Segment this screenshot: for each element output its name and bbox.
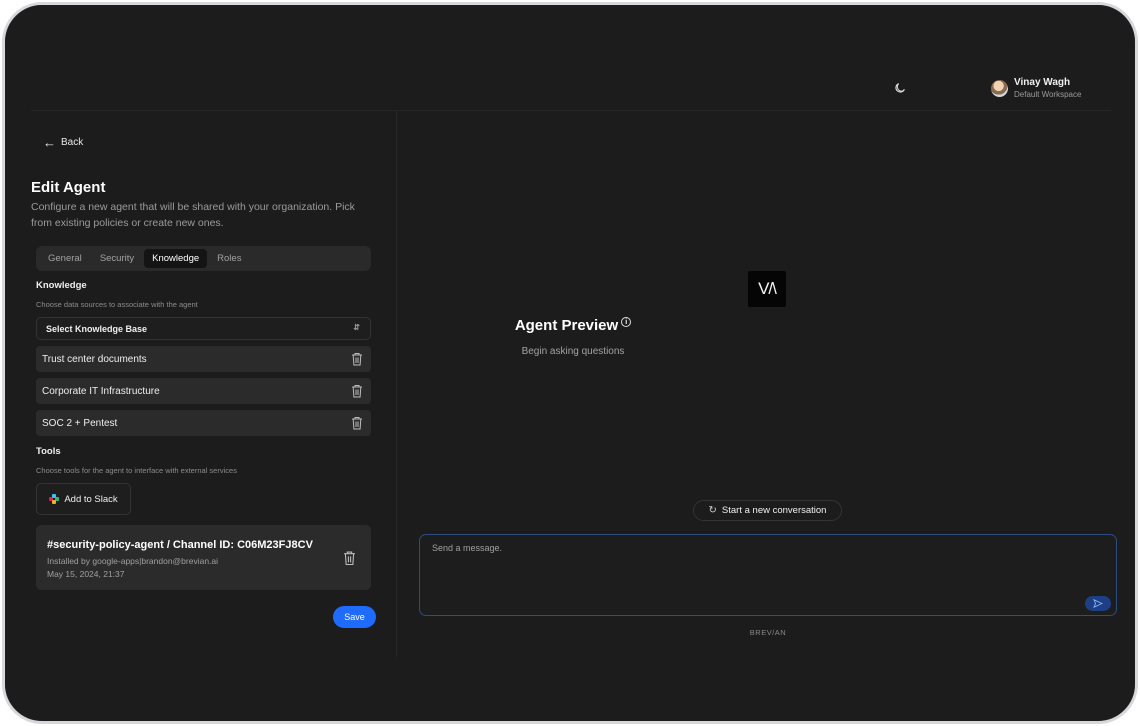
avatar [991, 80, 1008, 97]
knowledge-section-subtitle: Choose data sources to associate with th… [36, 300, 198, 309]
knowledge-item-label: Corporate IT Infrastructure [42, 386, 160, 397]
page-title: Edit Agent [31, 179, 106, 196]
user-info: Vinay Wagh Default Workspace [1014, 77, 1081, 100]
slack-channel-card: #security-policy-agent / Channel ID: C06… [36, 525, 371, 590]
footer-brand: BREV/AN [749, 628, 787, 637]
preview-subtitle: Begin asking questions [521, 346, 625, 357]
tab-roles[interactable]: Roles [209, 249, 249, 268]
page-description: Configure a new agent that will be share… [31, 201, 355, 229]
add-to-slack-button[interactable]: Add to Slack [36, 483, 131, 515]
trash-icon[interactable] [351, 384, 363, 398]
new-conversation-label: Start a new conversation [721, 505, 827, 516]
tools-section-title: Tools [36, 446, 61, 457]
user-name: Vinay Wagh [1014, 77, 1071, 88]
knowledge-item-label: SOC 2 + Pentest [42, 418, 118, 429]
tab-bar: General Security Knowledge Roles [36, 246, 371, 271]
tools-section-subtitle: Choose tools for the agent to interface … [36, 466, 237, 475]
save-button[interactable]: Save [333, 606, 376, 628]
trash-icon[interactable] [351, 416, 363, 430]
edit-agent-panel: ← Back Edit Agent Configure a new agent … [31, 111, 397, 657]
message-composer [419, 534, 1117, 616]
moon-icon[interactable] [893, 81, 907, 95]
device-frame: Vinay Wagh Default Workspace ← Back Edit… [2, 2, 1138, 724]
app-screen: Vinay Wagh Default Workspace ← Back Edit… [5, 5, 1135, 721]
send-icon [1093, 599, 1103, 608]
user-menu[interactable]: Vinay Wagh Default Workspace [991, 77, 1081, 100]
refresh-icon: ↻ [708, 505, 717, 516]
arrow-left-icon: ← [43, 134, 56, 150]
knowledge-item: SOC 2 + Pentest [36, 410, 371, 436]
preview-title-row: Agent Preview i [5, 317, 749, 334]
trash-icon[interactable] [343, 550, 356, 566]
tab-security[interactable]: Security [92, 249, 142, 268]
channel-date: May 15, 2024, 21:37 [47, 569, 125, 579]
tab-knowledge[interactable]: Knowledge [144, 249, 208, 268]
new-conversation-button[interactable]: ↻ Start a new conversation [693, 500, 842, 521]
back-link[interactable]: ← Back [43, 134, 84, 150]
info-icon[interactable]: i [621, 317, 632, 327]
channel-name: #security-policy-agent / Channel ID: C06… [47, 539, 313, 551]
top-bar: Vinay Wagh Default Workspace [31, 69, 1111, 111]
message-input[interactable] [432, 543, 1072, 553]
add-to-slack-label: Add to Slack [64, 493, 118, 505]
send-button[interactable] [1085, 596, 1111, 611]
brand-logo: V/\ [748, 271, 786, 307]
back-label: Back [61, 137, 84, 148]
slack-icon [49, 494, 60, 504]
channel-installed-by: Installed by google-apps|brandon@brevian… [47, 556, 219, 566]
knowledge-section-title: Knowledge [36, 280, 87, 291]
user-workspace: Default Workspace [1014, 90, 1082, 99]
preview-title: Agent Preview [514, 317, 619, 334]
tab-general[interactable]: General [40, 249, 90, 268]
knowledge-item: Corporate IT Infrastructure [36, 378, 371, 404]
